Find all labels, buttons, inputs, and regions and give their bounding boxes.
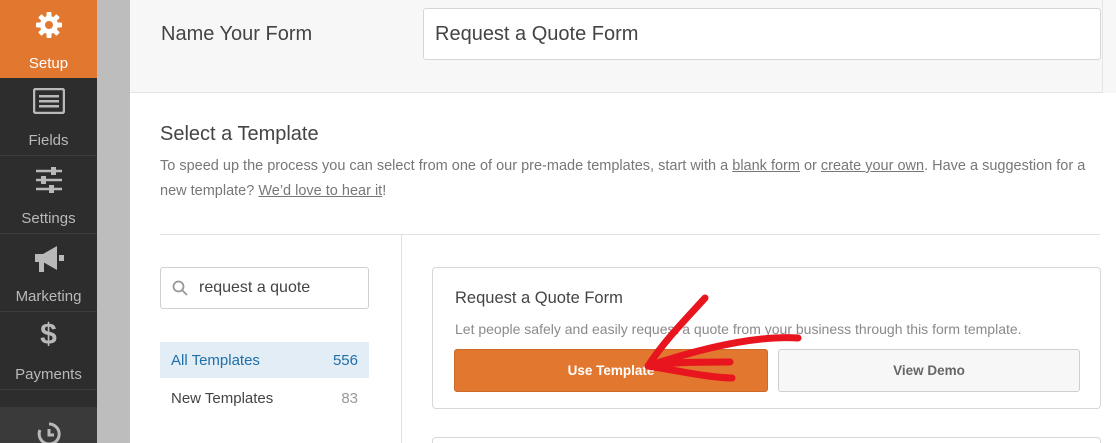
- sidebar-item-settings[interactable]: Settings: [0, 156, 97, 234]
- dollar-icon: $: [40, 318, 57, 351]
- search-icon: [172, 280, 188, 301]
- history-icon: [36, 421, 62, 443]
- category-label: New Templates: [171, 389, 274, 407]
- create-your-own-link[interactable]: create your own: [821, 158, 924, 174]
- sidebar-item-label: Setup: [28, 55, 69, 72]
- template-card-next: [432, 437, 1101, 443]
- sidebar-item-label: Fields: [28, 132, 69, 149]
- category-new-templates[interactable]: New Templates 83: [160, 380, 369, 416]
- sidebar-item-setup[interactable]: Setup: [0, 0, 97, 78]
- section-title: Select a Template: [160, 123, 319, 145]
- sidebar-item-payments[interactable]: $ Payments: [0, 312, 97, 390]
- blank-form-link[interactable]: blank form: [732, 158, 800, 174]
- view-demo-button[interactable]: View Demo: [778, 349, 1080, 392]
- desc-text: or: [799, 158, 821, 174]
- builder-sidebar: Setup Fields Settings Marketing $ Paymen…: [0, 0, 97, 443]
- annotation-arrow-icon: [644, 294, 802, 382]
- sidebar-item-fields[interactable]: Fields: [0, 78, 97, 156]
- category-count: 83: [341, 389, 358, 407]
- left-gutter: [97, 0, 130, 443]
- search-value: request a quote: [199, 279, 311, 296]
- header-scrollbar[interactable]: [1102, 0, 1116, 93]
- sidebar-item-label: Payments: [15, 366, 82, 383]
- desc-text: !: [382, 183, 387, 199]
- section-divider: [160, 234, 1100, 235]
- category-count: 556: [332, 351, 358, 369]
- sidebar-item-marketing[interactable]: Marketing: [0, 234, 97, 312]
- form-name-label: Name Your Form: [161, 23, 313, 45]
- category-label: All Templates: [171, 351, 260, 369]
- template-search-input[interactable]: request a quote: [160, 267, 369, 309]
- desc-text: To speed up the process you can select f…: [160, 158, 733, 174]
- form-name-input[interactable]: Request a Quote Form: [423, 8, 1101, 60]
- form-name-header: Name Your Form Request a Quote Form: [130, 0, 1116, 93]
- megaphone-icon: [32, 244, 66, 278]
- category-all-templates[interactable]: All Templates 556: [160, 342, 369, 378]
- sidebar-item-label: Marketing: [15, 288, 82, 305]
- template-title: Request a Quote Form: [455, 289, 623, 307]
- fields-list-icon: [32, 87, 65, 118]
- section-description: To speed up the process you can select f…: [160, 154, 1105, 204]
- sliders-icon: [35, 166, 63, 198]
- gear-icon: [34, 10, 64, 44]
- sidebar-item-label: Settings: [21, 210, 76, 227]
- sidebar-item-revisions[interactable]: [0, 407, 97, 443]
- column-divider: [401, 235, 402, 443]
- suggest-template-link[interactable]: We’d love to hear it: [258, 183, 382, 199]
